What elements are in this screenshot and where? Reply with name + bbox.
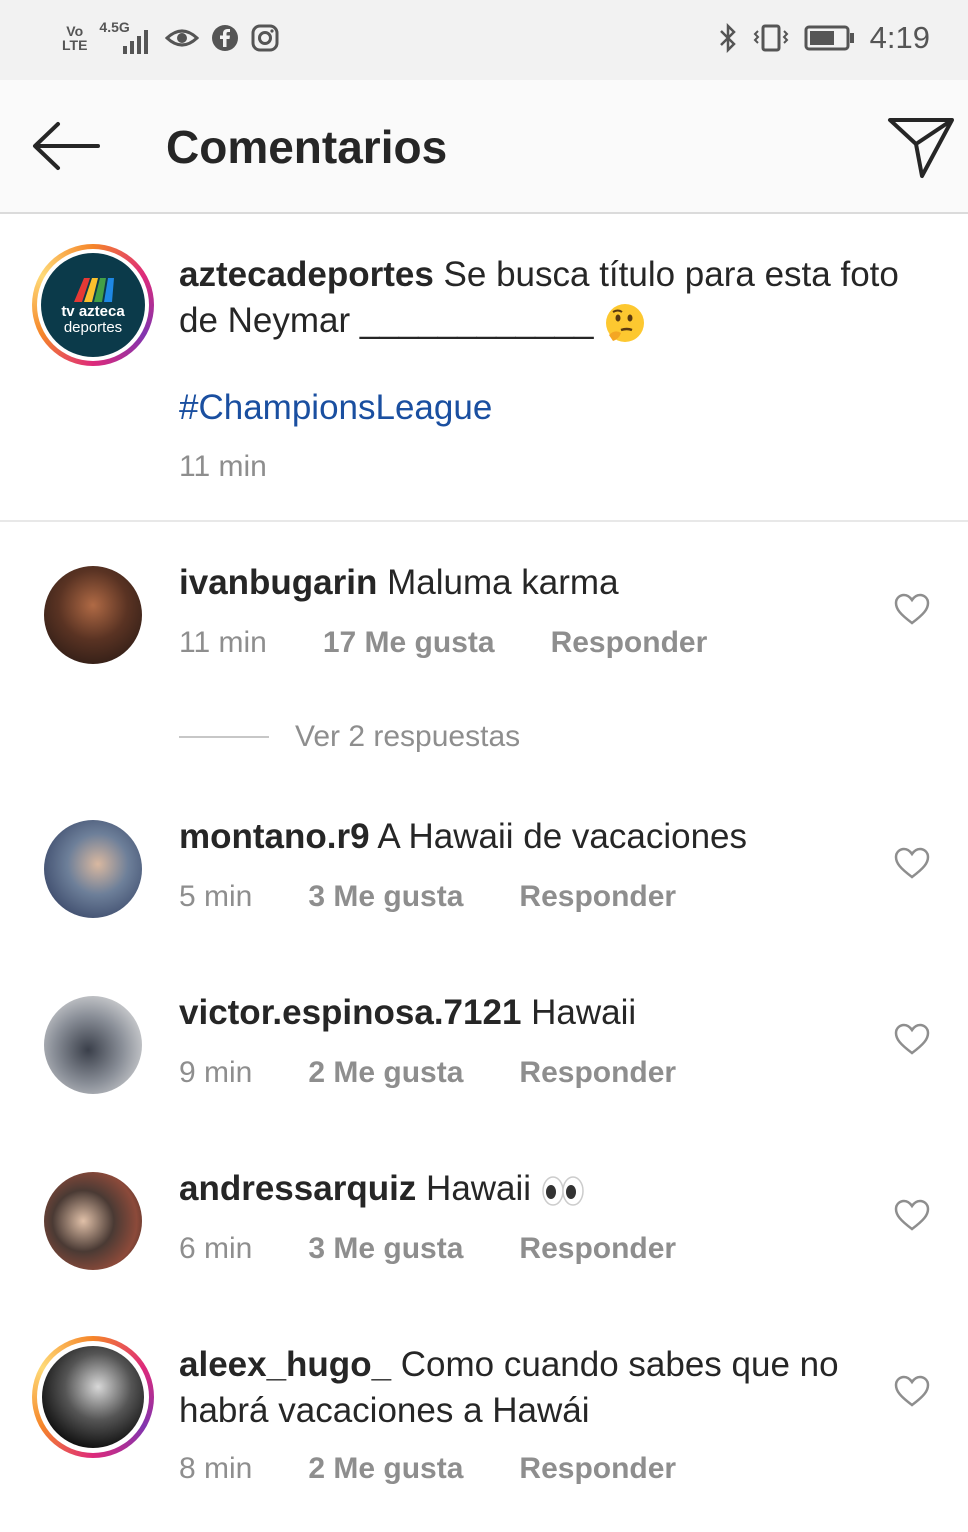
comment-likes[interactable]: 2 Me gusta	[308, 1452, 463, 1486]
volte-indicator: Vo LTE	[62, 24, 87, 52]
caption-avatar[interactable]: tv azteca deportes	[32, 244, 154, 366]
comment-likes[interactable]: 3 Me gusta	[308, 1232, 463, 1266]
back-button[interactable]	[30, 118, 100, 174]
comment-text: Hawaii	[416, 1169, 541, 1208]
view-replies-button[interactable]: Ver 2 respuestas	[179, 720, 520, 754]
avatar[interactable]	[44, 566, 142, 664]
comment-likes[interactable]: 3 Me gusta	[308, 880, 463, 914]
status-bar-left: Vo LTE 4.5G	[62, 20, 279, 54]
app-header: Comentarios	[0, 80, 968, 214]
reply-button[interactable]: Responder	[551, 626, 708, 660]
story-ring	[32, 1336, 154, 1458]
battery-icon	[804, 25, 854, 51]
eyes-emoji	[542, 1176, 584, 1206]
comment-likes[interactable]: 17 Me gusta	[323, 626, 495, 660]
reply-button[interactable]: Responder	[519, 1056, 676, 1090]
carrier-bottom-label: LTE	[62, 37, 88, 53]
heart-icon[interactable]	[894, 847, 930, 879]
comment-username[interactable]: montano.r9	[179, 817, 370, 856]
caption-username[interactable]: aztecadeportes	[179, 255, 434, 294]
comment-username[interactable]: ivanbugarin	[179, 563, 377, 602]
logo-line-1: tv azteca	[61, 303, 125, 320]
signal-indicator: 4.5G	[99, 20, 153, 54]
comment-time: 6 min	[179, 1232, 253, 1265]
caption-time: 11 min	[179, 450, 267, 483]
replies-divider	[179, 736, 269, 738]
thinking-face-emoji	[606, 303, 645, 342]
facebook-icon	[212, 25, 239, 51]
reply-button[interactable]: Responder	[519, 880, 676, 914]
comment-username[interactable]: aleex_hugo_	[179, 1345, 391, 1384]
status-bar-right: 4:19	[718, 20, 930, 56]
instagram-icon	[251, 24, 279, 52]
page-title: Comentarios	[166, 121, 448, 173]
comment-text: Maluma karma	[377, 563, 619, 602]
heart-icon[interactable]	[894, 1023, 930, 1055]
post-caption: tv azteca deportes aztecadeportes Se bus…	[0, 214, 968, 522]
story-ring: tv azteca deportes	[32, 244, 154, 366]
avatar-photo	[42, 1346, 144, 1448]
comment-time: 9 min	[179, 1056, 253, 1089]
logo-line-2: deportes	[63, 319, 123, 336]
avatar[interactable]	[44, 996, 142, 1094]
avatar[interactable]	[44, 1172, 142, 1270]
azteca-stripes-icon	[74, 278, 114, 302]
heart-icon[interactable]	[894, 593, 930, 625]
comment-time: 8 min	[179, 1452, 253, 1485]
comment-username[interactable]: andressarquiz	[179, 1169, 416, 1208]
clock: 4:19	[869, 20, 930, 55]
back-arrow-icon	[33, 122, 100, 170]
reply-button[interactable]: Responder	[519, 1452, 676, 1486]
heart-icon[interactable]	[894, 1199, 930, 1231]
reply-button[interactable]: Responder	[519, 1232, 676, 1266]
tv-azteca-logo: tv azteca deportes	[41, 253, 145, 357]
comment-time: 11 min	[179, 626, 267, 659]
eye-comfort-icon	[165, 29, 200, 47]
comment-username[interactable]: victor.espinosa.7121	[179, 993, 521, 1032]
heart-icon[interactable]	[894, 1375, 930, 1407]
share-button[interactable]	[886, 114, 956, 180]
comment-text: A Hawaii de vacaciones	[369, 817, 748, 856]
signal-icon	[123, 30, 149, 54]
avatar[interactable]	[44, 820, 142, 918]
carrier-top-label: Vo	[66, 23, 84, 39]
comment-likes[interactable]: 2 Me gusta	[308, 1056, 463, 1090]
vibrate-icon	[753, 24, 789, 52]
status-bar: Vo LTE 4.5G 4:19	[0, 0, 968, 80]
view-replies-label: Ver 2 respuestas	[295, 720, 521, 753]
send-icon	[888, 118, 954, 178]
caption-hashtag[interactable]: #ChampionsLeague	[179, 388, 492, 428]
bluetooth-icon	[719, 23, 736, 53]
comment-time: 5 min	[179, 880, 253, 913]
comment-text: Hawaii	[521, 993, 637, 1032]
avatar[interactable]	[32, 1336, 154, 1458]
caption-text: aztecadeportes Se busca título para esta…	[179, 252, 919, 345]
